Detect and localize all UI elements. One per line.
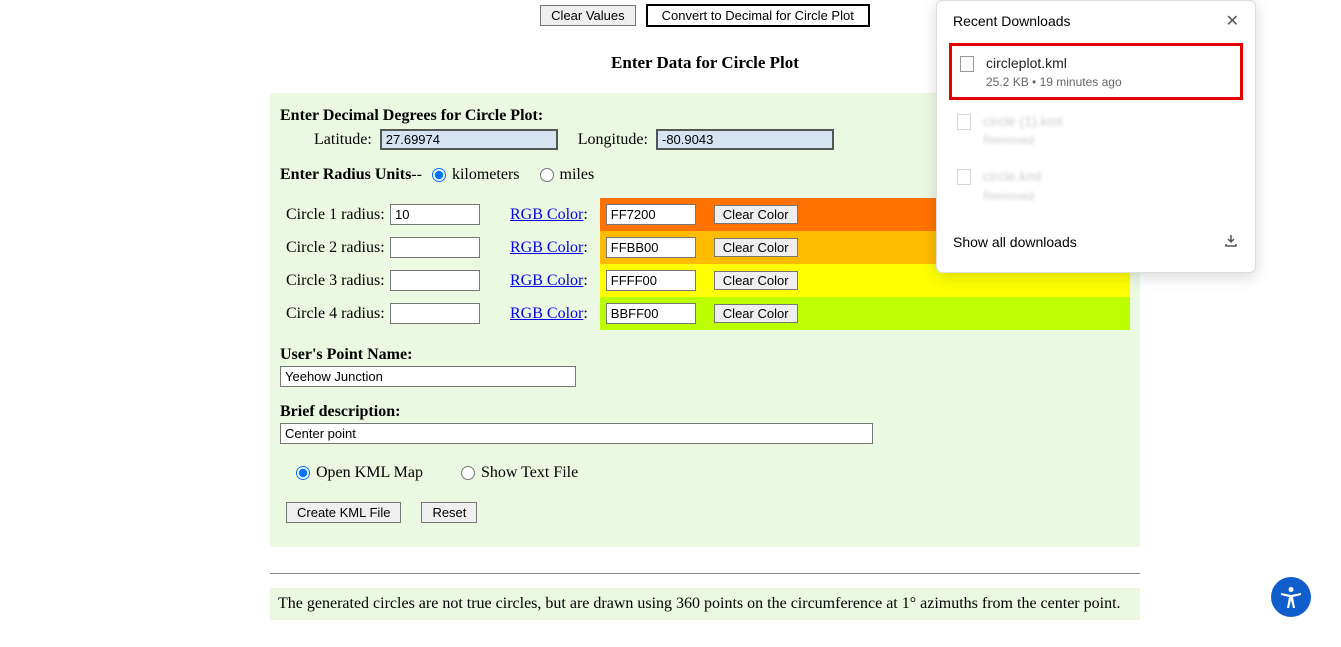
show-text-label: Show Text File bbox=[481, 464, 578, 482]
download-item-meta: Removed bbox=[983, 189, 1041, 203]
download-item-meta: 25.2 KB • 19 minutes ago bbox=[986, 75, 1122, 89]
show-all-downloads-link[interactable]: Show all downloads bbox=[953, 234, 1077, 250]
circle-2-label: Circle 2 radius: bbox=[280, 239, 390, 257]
latitude-input[interactable] bbox=[380, 129, 558, 150]
open-kml-label: Open KML Map bbox=[316, 464, 423, 482]
radio-open-kml[interactable] bbox=[296, 466, 310, 480]
convert-decimal-button[interactable]: Convert to Decimal for Circle Plot bbox=[646, 4, 870, 27]
radius-units-label: Enter Radius Units bbox=[280, 166, 411, 184]
point-name-label: User's Point Name: bbox=[280, 346, 1130, 364]
kilometers-text: kilometers bbox=[452, 166, 520, 184]
circle-4-color-strip: Clear Color bbox=[600, 297, 1130, 330]
download-item-meta: Removed bbox=[983, 133, 1062, 147]
download-folder-icon[interactable] bbox=[1223, 233, 1239, 252]
circle-2-rgb-link[interactable]: RGB Color bbox=[510, 239, 583, 257]
circle-2-color-input[interactable] bbox=[606, 237, 696, 258]
circle-1-label: Circle 1 radius: bbox=[280, 206, 390, 224]
close-icon[interactable]: ✕ bbox=[1226, 11, 1239, 31]
circle-1-clear-color-button[interactable]: Clear Color bbox=[714, 205, 798, 224]
download-item-1[interactable]: circleplot.kml 25.2 KB • 19 minutes ago bbox=[949, 43, 1243, 100]
download-item-name: circleplot.kml bbox=[986, 54, 1122, 72]
radio-miles[interactable] bbox=[540, 168, 554, 182]
downloads-panel: Recent Downloads ✕ circleplot.kml 25.2 KB… bbox=[936, 0, 1256, 273]
download-item-name: circle.kml bbox=[983, 167, 1041, 185]
description-label: Brief description: bbox=[280, 403, 1130, 421]
file-icon bbox=[957, 114, 971, 130]
circle-4-color-input[interactable] bbox=[606, 303, 696, 324]
circle-1-color-input[interactable] bbox=[606, 204, 696, 225]
note-box: The generated circles are not true circl… bbox=[270, 588, 1140, 620]
circle-3-color-input[interactable] bbox=[606, 270, 696, 291]
latitude-label: Latitude: bbox=[314, 131, 372, 149]
file-icon bbox=[960, 56, 974, 72]
separator bbox=[270, 573, 1140, 574]
reset-button[interactable]: Reset bbox=[421, 502, 477, 523]
circle-4-label: Circle 4 radius: bbox=[280, 305, 390, 323]
longitude-input[interactable] bbox=[656, 129, 834, 150]
clear-values-button[interactable]: Clear Values bbox=[540, 5, 635, 26]
circle-2-clear-color-button[interactable]: Clear Color bbox=[714, 238, 798, 257]
circle-3-radius-input[interactable] bbox=[390, 270, 480, 291]
circle-4-radius-input[interactable] bbox=[390, 303, 480, 324]
circle-4-clear-color-button[interactable]: Clear Color bbox=[714, 304, 798, 323]
radio-show-text[interactable] bbox=[461, 466, 475, 480]
downloads-title: Recent Downloads bbox=[953, 13, 1071, 29]
accessibility-icon[interactable] bbox=[1271, 577, 1311, 617]
circle-1-rgb-link[interactable]: RGB Color bbox=[510, 206, 583, 224]
create-kml-button[interactable]: Create KML File bbox=[286, 502, 401, 523]
circle-3-rgb-link[interactable]: RGB Color bbox=[510, 272, 583, 290]
circle-1-radius-input[interactable] bbox=[390, 204, 480, 225]
point-name-input[interactable] bbox=[280, 366, 576, 387]
circle-3-label: Circle 3 radius: bbox=[280, 272, 390, 290]
radio-kilometers[interactable] bbox=[432, 168, 446, 182]
longitude-label: Longitude: bbox=[578, 131, 648, 149]
download-item-2[interactable]: circle (1).kml Removed bbox=[949, 104, 1243, 155]
download-item-name: circle (1).kml bbox=[983, 112, 1062, 130]
miles-text: miles bbox=[560, 166, 595, 184]
circle-4-rgb-link[interactable]: RGB Color bbox=[510, 305, 583, 323]
description-input[interactable] bbox=[280, 423, 873, 444]
download-item-3[interactable]: circle.kml Removed bbox=[949, 159, 1243, 210]
circle-row-4: Circle 4 radius:RGB Color:Clear Color bbox=[280, 297, 1130, 330]
file-icon bbox=[957, 169, 971, 185]
circle-2-radius-input[interactable] bbox=[390, 237, 480, 258]
circle-3-clear-color-button[interactable]: Clear Color bbox=[714, 271, 798, 290]
